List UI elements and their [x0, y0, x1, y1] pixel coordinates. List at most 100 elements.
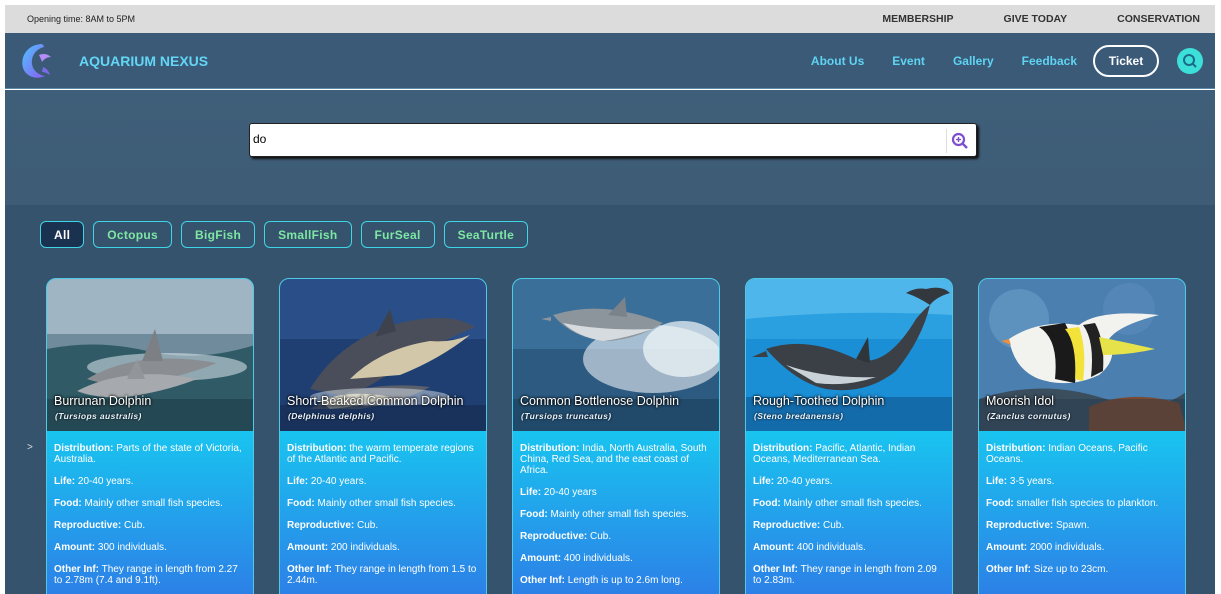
food-label: Food:: [753, 498, 781, 509]
distribution-label: Distribution:: [54, 443, 114, 454]
life-value: 3-5 years.: [1009, 476, 1055, 487]
species-card-common-bottlenose-dolphin[interactable]: Common Bottlenose Dolphin (Tursiops trun…: [512, 278, 720, 594]
filter-furseal[interactable]: FurSeal: [360, 221, 435, 248]
conservation-link[interactable]: CONSERVATION: [1117, 13, 1200, 25]
membership-link[interactable]: MEMBERSHIP: [882, 13, 953, 25]
species-image: Moorish Idol (Zanclus cornutus): [979, 279, 1185, 431]
species-scientific-name: (Delphinus delphis): [288, 411, 375, 421]
reproductive-value: Cub.: [124, 520, 146, 531]
life-label: Life:: [287, 476, 309, 487]
search-icon: [951, 132, 968, 149]
amount-value: 300 individuals.: [97, 542, 167, 553]
species-card-rough-toothed-dolphin[interactable]: Rough-Toothed Dolphin (Steno bredanensis…: [745, 278, 953, 594]
food-value: smaller fish species to plankton.: [1016, 498, 1159, 509]
amount-label: Amount:: [986, 542, 1028, 553]
nav-feedback[interactable]: Feedback: [1022, 54, 1077, 68]
search-input[interactable]: [250, 124, 940, 154]
species-name: Common Bottlenose Dolphin: [520, 394, 680, 408]
reproductive-label: Reproductive:: [753, 520, 821, 531]
amount-label: Amount:: [287, 542, 329, 553]
amount-label: Amount:: [54, 542, 96, 553]
life-label: Life:: [753, 476, 775, 487]
species-image: Common Bottlenose Dolphin (Tursiops trun…: [513, 279, 719, 431]
food-value: Mainly other small fish species.: [317, 498, 456, 509]
species-card-short-beaked-common-dolphin[interactable]: Short-Beaked Common Dolphin (Delphinus d…: [279, 278, 487, 594]
species-scientific-name: (Zanclus cornutus): [987, 411, 1071, 421]
amount-label: Amount:: [753, 542, 795, 553]
brand-name[interactable]: AQUARIUM NEXUS: [79, 53, 783, 69]
species-name: Burrunan Dolphin: [54, 394, 152, 408]
other-info-label: Other Inf:: [986, 564, 1031, 575]
life-value: 20-40 years: [543, 487, 597, 498]
reproductive-value: Cub.: [590, 531, 612, 542]
reproductive-label: Reproductive:: [287, 520, 355, 531]
reproductive-label: Reproductive:: [520, 531, 588, 542]
amount-value: 2000 individuals.: [1029, 542, 1105, 553]
reproductive-value: Cub.: [357, 520, 379, 531]
filter-octopus[interactable]: Octopus: [93, 221, 173, 248]
species-section: All Octopus BigFish SmallFish FurSeal Se…: [5, 205, 1215, 594]
other-info-label: Other Inf:: [287, 564, 332, 575]
dolphin-logo-icon[interactable]: [17, 41, 55, 81]
top-utility-bar: Opening time: 8AM to 5PM MEMBERSHIP GIVE…: [5, 5, 1215, 33]
filter-bigfish[interactable]: BigFish: [181, 221, 256, 248]
species-name: Short-Beaked Common Dolphin: [287, 394, 464, 408]
food-value: Mainly other small fish species.: [783, 498, 922, 509]
give-today-link[interactable]: GIVE TODAY: [1004, 13, 1068, 25]
other-info-label: Other Inf:: [753, 564, 798, 575]
main-header: AQUARIUM NEXUS About Us Event Gallery Fe…: [5, 33, 1215, 89]
search-icon: [1183, 53, 1197, 68]
species-image: Burrunan Dolphin (Tursiops australis): [47, 279, 253, 431]
other-info-value: Size up to 23cm.: [1033, 564, 1109, 575]
other-info-value: Length is up to 2.6m long.: [567, 575, 683, 586]
species-scientific-name: (Tursiops truncatus): [521, 411, 612, 421]
species-image: Rough-Toothed Dolphin (Steno bredanensis…: [746, 279, 952, 431]
distribution-label: Distribution:: [520, 443, 580, 454]
carousel-prev-arrow[interactable]: >: [27, 442, 33, 453]
search-submit-button[interactable]: [946, 129, 972, 153]
reproductive-value: Spawn.: [1056, 520, 1090, 531]
amount-value: 400 individuals.: [563, 553, 633, 564]
filter-all[interactable]: All: [40, 221, 85, 248]
food-value: Mainly other small fish species.: [550, 509, 689, 520]
nav-about-us[interactable]: About Us: [811, 54, 864, 68]
species-info: Distribution: the warm temperate regions…: [280, 431, 486, 586]
life-value: 20-40 years.: [77, 476, 134, 487]
life-value: 20-40 years.: [776, 476, 833, 487]
header-search-button[interactable]: [1177, 47, 1203, 74]
filter-smallfish[interactable]: SmallFish: [264, 221, 352, 248]
species-card-burrunan-dolphin[interactable]: Burrunan Dolphin (Tursiops australis) Di…: [46, 278, 254, 594]
category-filters: All Octopus BigFish SmallFish FurSeal Se…: [40, 221, 537, 248]
species-card-moorish-idol[interactable]: Moorish Idol (Zanclus cornutus) Distribu…: [978, 278, 1186, 594]
species-scientific-name: (Tursiops australis): [55, 411, 142, 421]
reproductive-label: Reproductive:: [986, 520, 1054, 531]
species-image: Short-Beaked Common Dolphin (Delphinus d…: [280, 279, 486, 431]
life-value: 20-40 years.: [310, 476, 367, 487]
life-label: Life:: [54, 476, 76, 487]
species-name: Moorish Idol: [986, 394, 1055, 408]
species-scientific-name: (Steno bredanensis): [754, 411, 844, 421]
distribution-label: Distribution:: [986, 443, 1046, 454]
species-info: Distribution: Indian Oceans, Pacific Oce…: [979, 431, 1185, 575]
opening-time: Opening time: 8AM to 5PM: [27, 14, 136, 24]
reproductive-label: Reproductive:: [54, 520, 122, 531]
food-label: Food:: [54, 498, 82, 509]
search-box: [249, 123, 977, 157]
species-info: Distribution: Pacific, Atlantic, Indian …: [746, 431, 952, 586]
other-info-label: Other Inf:: [54, 564, 99, 575]
food-value: Mainly other small fish species.: [84, 498, 223, 509]
distribution-label: Distribution:: [287, 443, 347, 454]
search-section: [5, 90, 1215, 205]
species-info: Distribution: India, North Australia, So…: [513, 431, 719, 586]
food-label: Food:: [520, 509, 548, 520]
amount-value: 200 individuals.: [330, 542, 400, 553]
life-label: Life:: [986, 476, 1008, 487]
filter-seaturtle[interactable]: SeaTurtle: [443, 221, 529, 248]
amount-label: Amount:: [520, 553, 562, 564]
food-label: Food:: [287, 498, 315, 509]
life-label: Life:: [520, 487, 542, 498]
ticket-button[interactable]: Ticket: [1093, 44, 1159, 77]
nav-gallery[interactable]: Gallery: [953, 54, 994, 68]
nav-event[interactable]: Event: [892, 54, 925, 68]
amount-value: 400 individuals.: [796, 542, 866, 553]
